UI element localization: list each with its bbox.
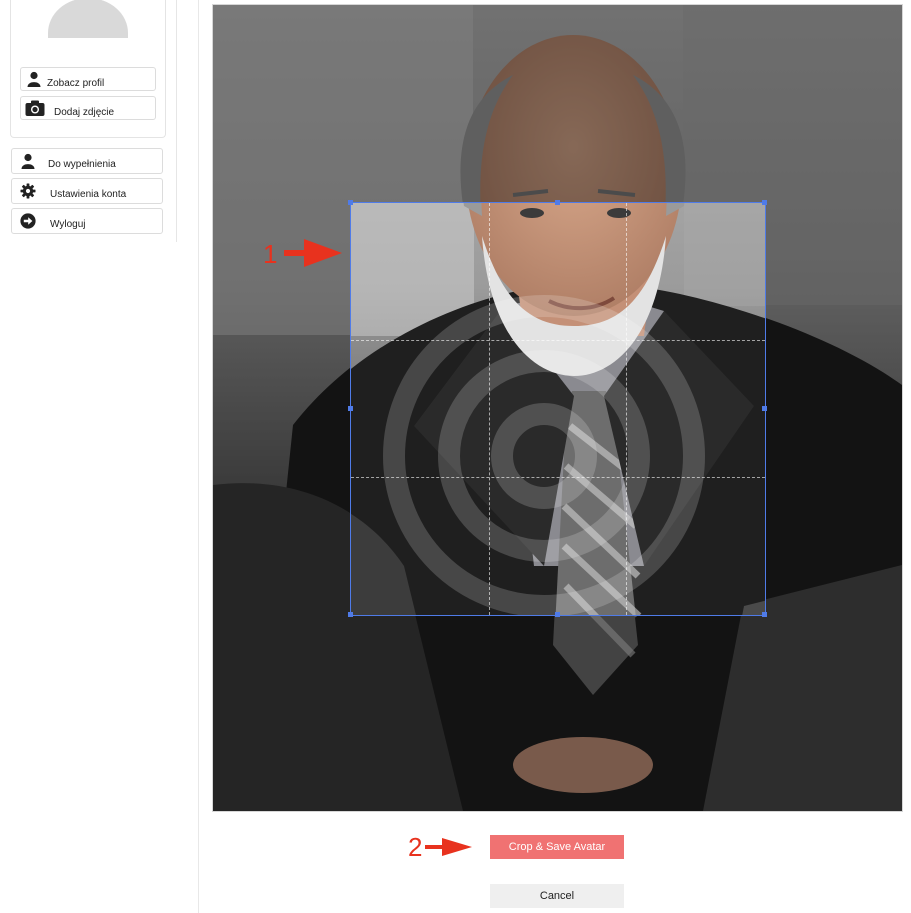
crop-handle-right[interactable] — [762, 406, 767, 411]
crop-handle-top[interactable] — [555, 200, 560, 205]
sidebar-item-label: Ustawienia konta — [50, 189, 127, 200]
gear-icon — [20, 183, 36, 199]
arrow-circle-right-icon — [20, 213, 36, 229]
annotation-arrow-icon — [284, 239, 342, 267]
user-icon — [26, 71, 42, 87]
sidebar-item-settings[interactable]: Ustawienia konta — [11, 178, 163, 204]
annotation-number-1: 1 — [263, 239, 278, 269]
crop-guide-horizontal — [351, 340, 765, 341]
crop-handle-left[interactable] — [348, 406, 353, 411]
profile-card: Zobacz profil Dodaj zdjęcie — [10, 0, 166, 138]
crop-handle-bottom-left[interactable] — [348, 612, 353, 617]
user-icon — [20, 153, 36, 169]
crop-guide-vertical — [626, 203, 627, 615]
sidebar-item-logout[interactable]: Wyloguj — [11, 208, 163, 234]
avatar — [48, 0, 128, 38]
camera-icon — [25, 100, 45, 116]
content-divider — [198, 0, 199, 913]
annotation-number-2: 2 — [408, 832, 423, 862]
crop-handle-bottom-right[interactable] — [762, 612, 767, 617]
crop-selection-box[interactable] — [350, 202, 766, 616]
add-photo-button[interactable]: Dodaj zdjęcie — [20, 96, 156, 120]
add-photo-label: Dodaj zdjęcie — [54, 107, 115, 118]
crop-handle-top-left[interactable] — [348, 200, 353, 205]
crop-guide-horizontal — [351, 477, 765, 478]
sidebar: Zobacz profil Dodaj zdjęcie Do wypełnien… — [0, 0, 177, 242]
crop-canvas[interactable] — [212, 4, 903, 812]
crop-handle-bottom[interactable] — [555, 612, 560, 617]
cancel-button[interactable]: Cancel — [490, 884, 624, 908]
sidebar-item-label: Do wypełnienia — [48, 159, 116, 170]
view-profile-label: Zobacz profil — [47, 78, 105, 89]
crop-save-avatar-button[interactable]: Crop & Save Avatar — [490, 835, 624, 859]
crop-guide-vertical — [489, 203, 490, 615]
crop-handle-top-right[interactable] — [762, 200, 767, 205]
sidebar-item-to-fill[interactable]: Do wypełnienia — [11, 148, 163, 174]
view-profile-button[interactable]: Zobacz profil — [20, 67, 156, 91]
sidebar-item-label: Wyloguj — [50, 219, 86, 230]
annotation-arrow-icon — [425, 838, 472, 856]
crop-preview-photo — [351, 203, 765, 615]
